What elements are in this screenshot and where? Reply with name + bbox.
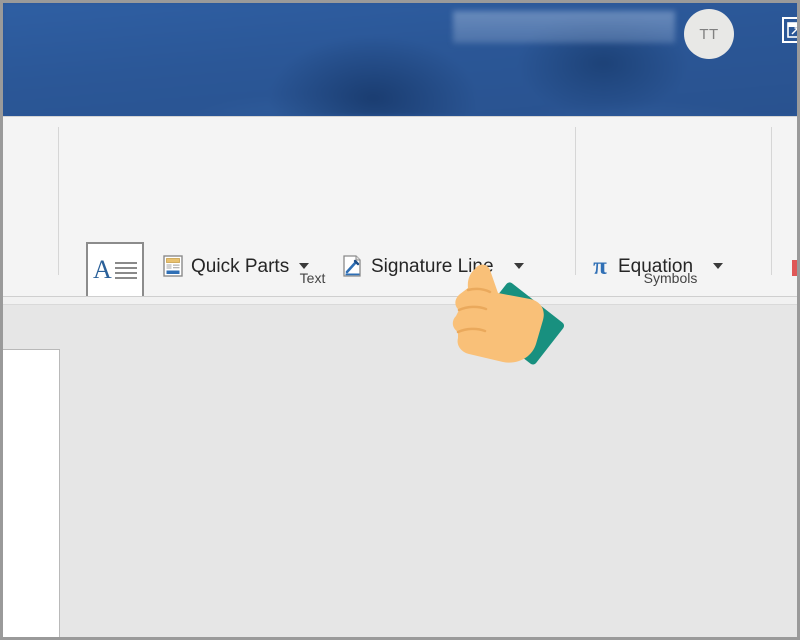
ribbon: r r A Text Box — [3, 116, 797, 296]
document-canvas[interactable] — [3, 296, 797, 637]
avatar[interactable]: TT — [684, 9, 734, 59]
group-label-symbols: Symbols — [588, 270, 753, 286]
ribbon-display-options-icon[interactable] — [782, 17, 797, 43]
group-separator — [58, 127, 59, 275]
title-bar-background-image — [3, 3, 797, 116]
quick-parts-icon — [161, 254, 185, 278]
group-separator — [771, 127, 772, 275]
ruler — [3, 297, 797, 305]
chevron-down-icon[interactable] — [713, 263, 723, 269]
avatar-initials: TT — [699, 26, 718, 43]
word-window: TT r r A — [0, 0, 800, 640]
title-bar: TT — [3, 3, 797, 116]
document-page[interactable] — [3, 349, 60, 638]
letter-a-glyph: A — [93, 257, 112, 283]
search-input[interactable] — [453, 11, 675, 43]
group-label-text: Text — [209, 270, 416, 286]
edge-chip-partial — [792, 260, 797, 276]
text-box-icon: A — [86, 242, 144, 298]
text-lines-glyph — [115, 262, 137, 279]
chevron-down-icon[interactable] — [299, 263, 309, 269]
pointing-hand-cursor — [428, 246, 578, 371]
